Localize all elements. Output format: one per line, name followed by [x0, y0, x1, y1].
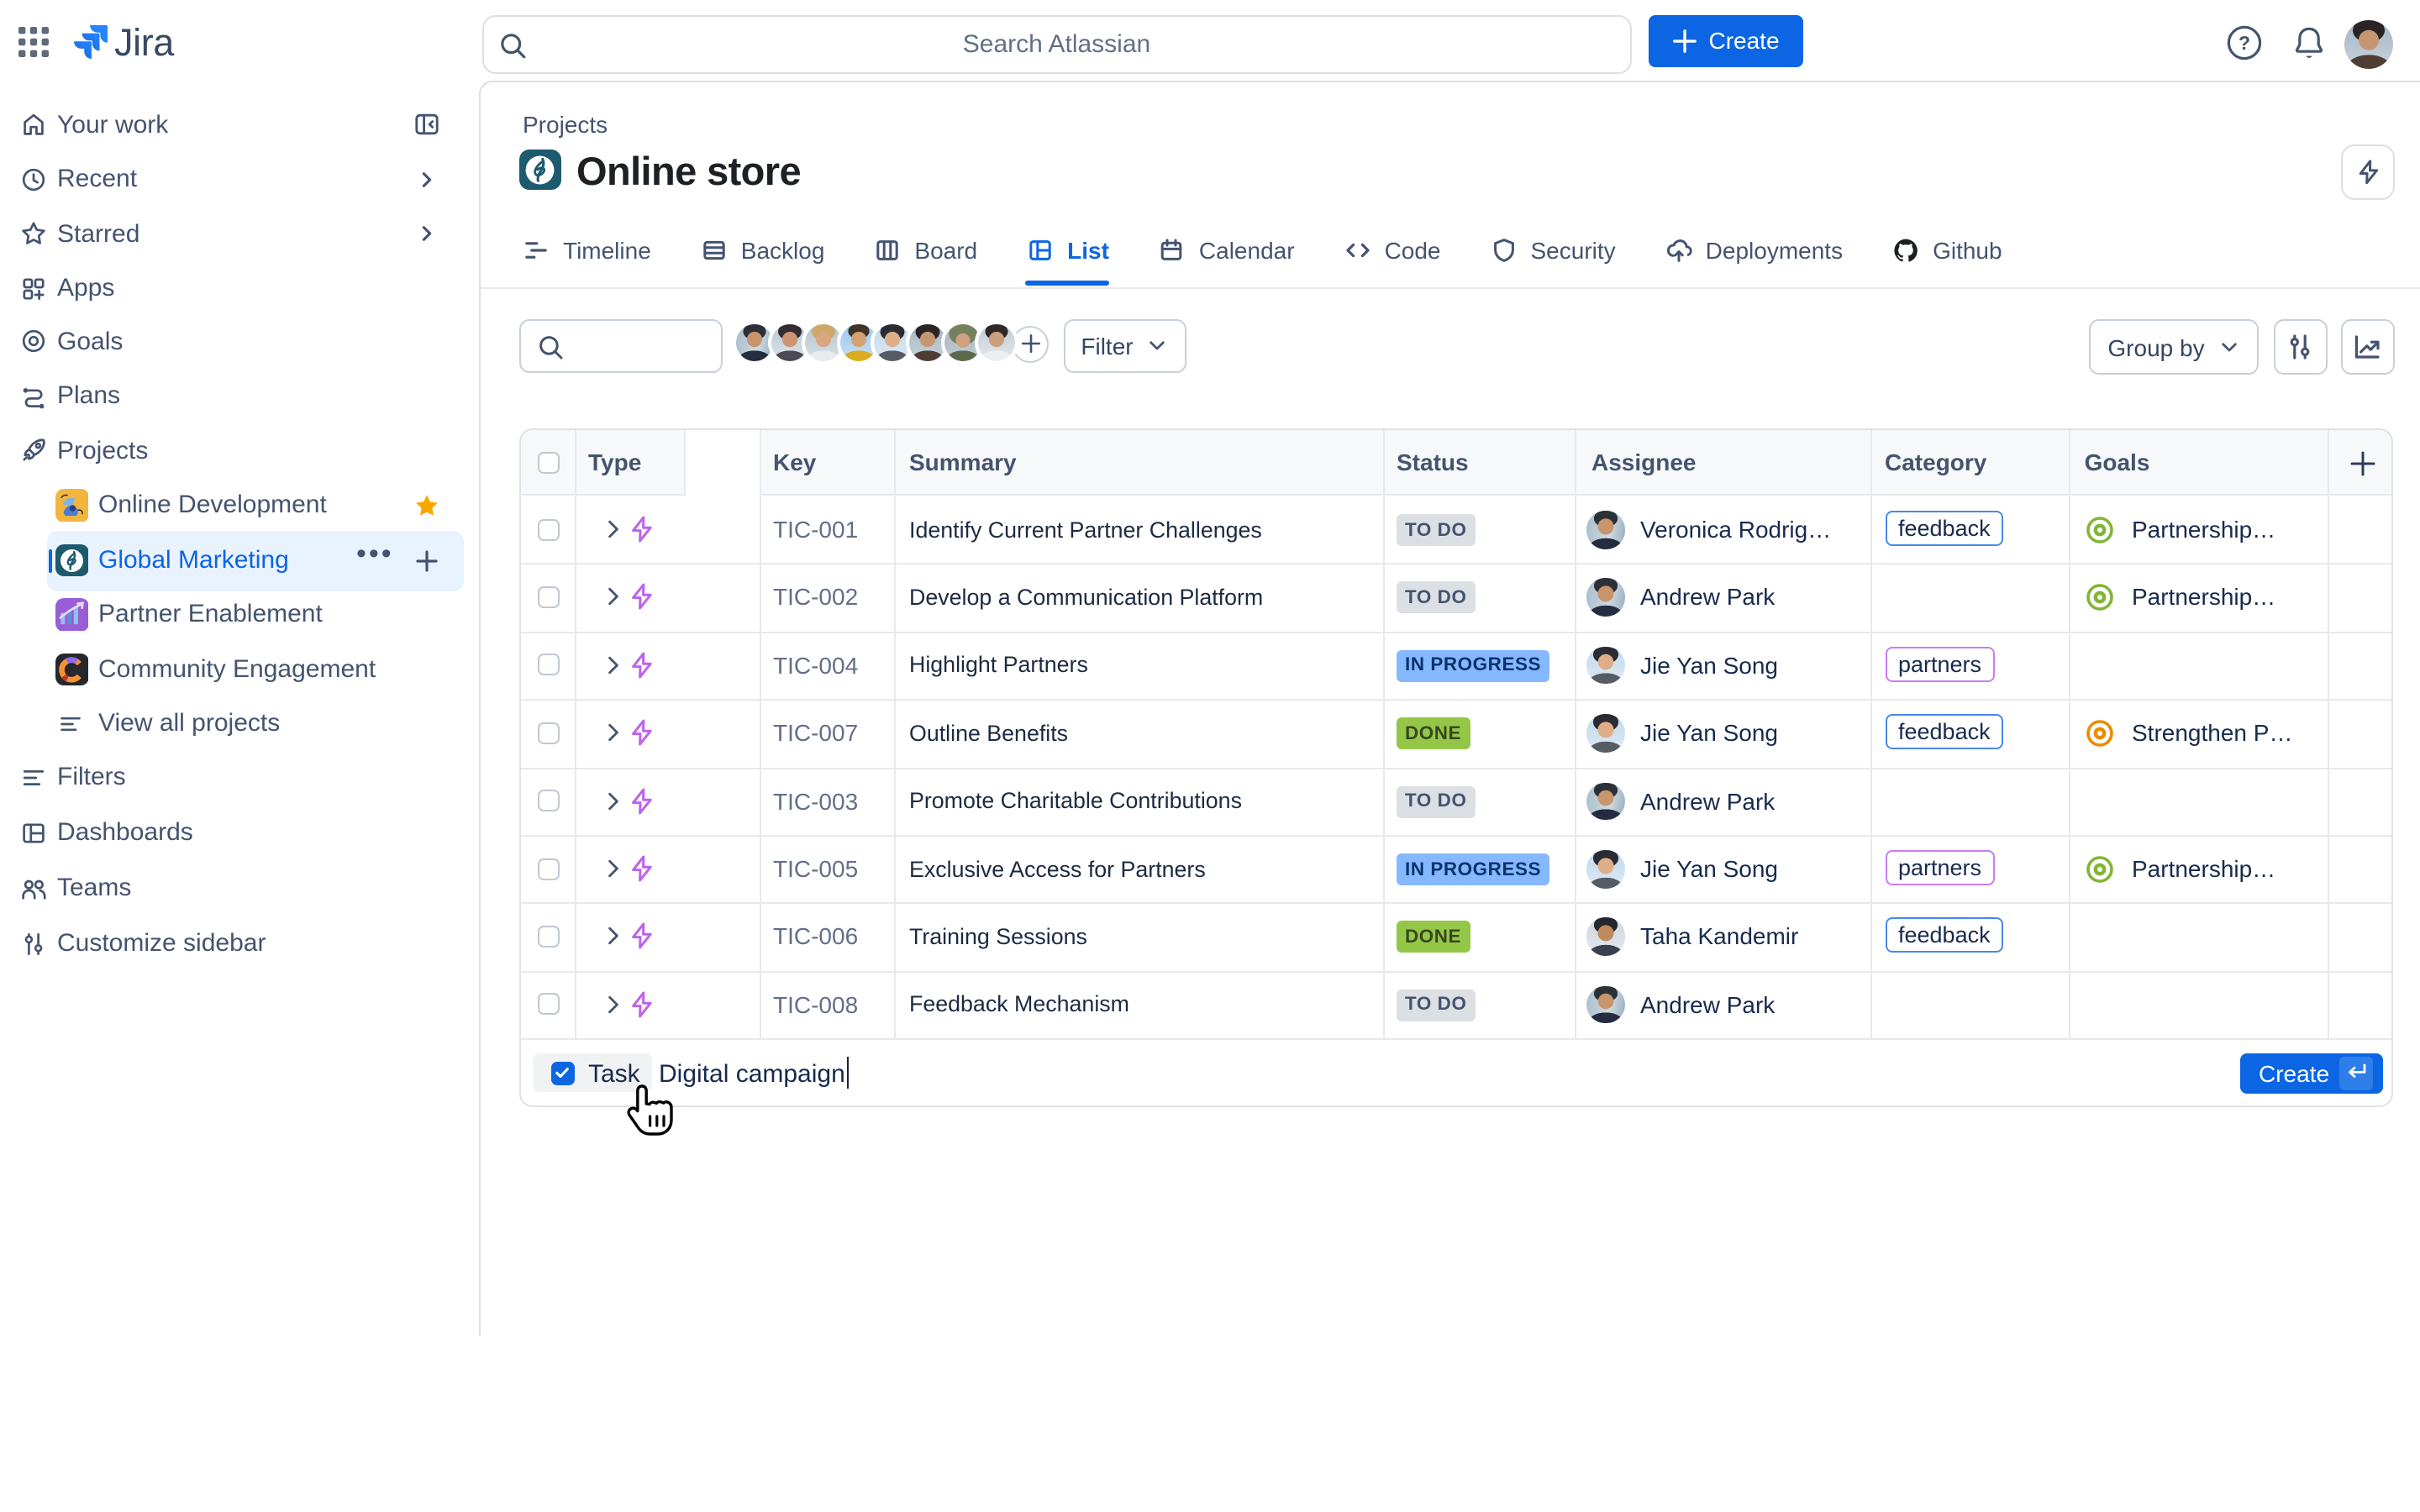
svg-text:?: ?: [2238, 31, 2249, 53]
